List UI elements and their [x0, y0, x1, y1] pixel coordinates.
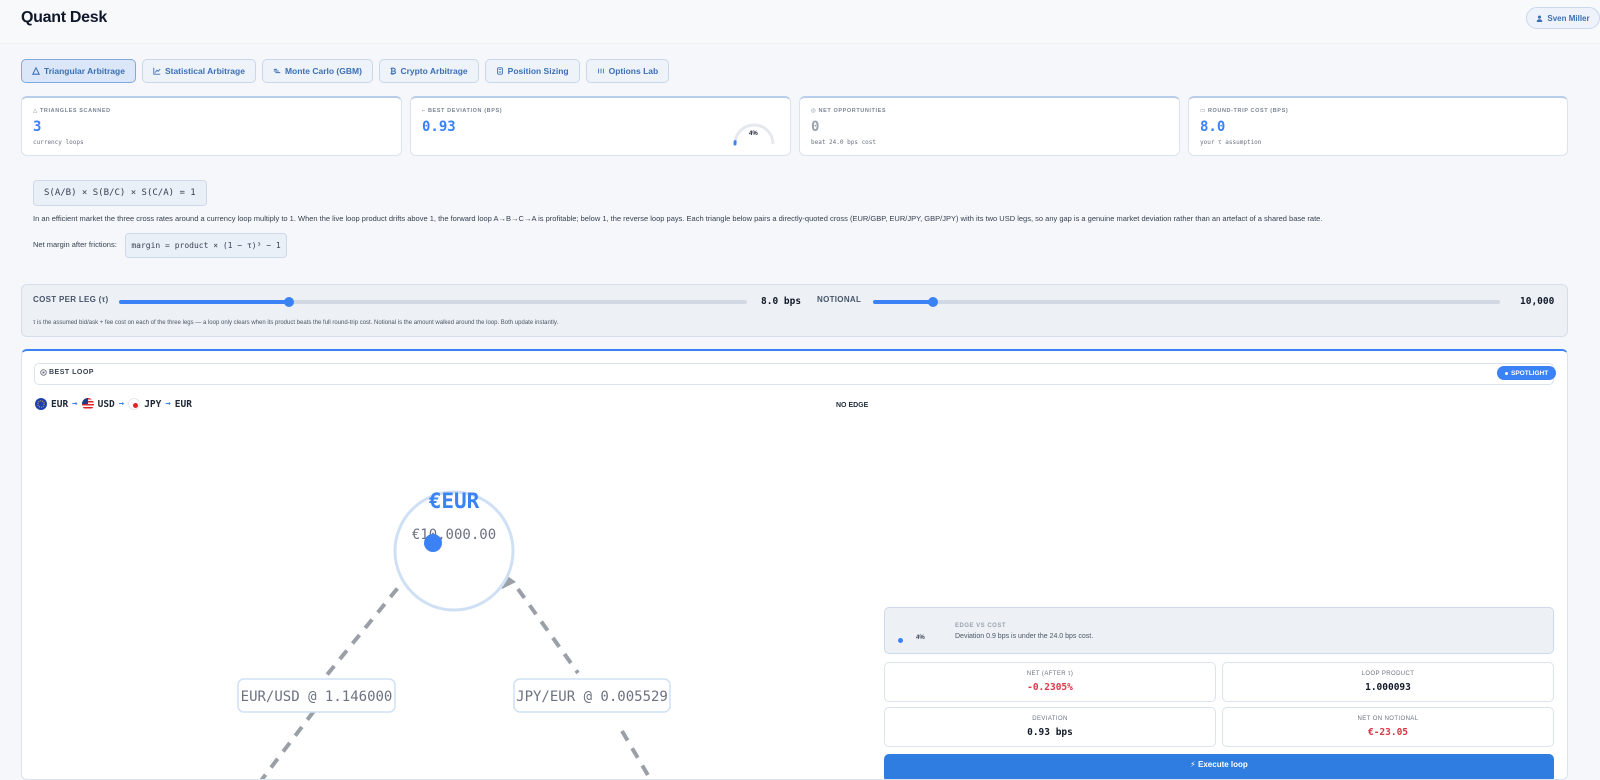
metric-loop-product: LOOP PRODUCT 1.000093 — [1222, 662, 1554, 702]
target-icon — [40, 369, 47, 376]
margin-formula: margin = product × (1 − τ)³ − 1 — [125, 233, 287, 258]
dot-icon — [1505, 371, 1508, 375]
stat-label: ▭ ROUND-TRIP COST (BPS) — [1200, 108, 1289, 114]
notional-slider-fill — [873, 300, 934, 304]
tab-statistical-arbitrage[interactable]: Statistical Arbitrage — [141, 59, 256, 83]
arrow-right-icon: → — [72, 399, 78, 409]
edge-gauge-dot — [898, 638, 903, 643]
stat-sub: beat 24.0 bps cost — [811, 139, 877, 146]
metric-net-after-tau: NET (AFTER τ) -0.2305% — [884, 662, 1216, 702]
arrow-right-icon: → — [165, 399, 171, 409]
stat-value: 0.93 — [422, 119, 456, 135]
route-currency: JPY — [144, 398, 162, 410]
leg-label-left: EUR/USD @ 1.146000 — [241, 689, 393, 705]
explanation-text: In an efficient market the three cross r… — [33, 214, 1323, 223]
stat-label: ◎ NET OPPORTUNITIES — [811, 108, 887, 114]
metric-net-on-notional: NET ON NOTIONAL €-23.05 — [1222, 707, 1554, 747]
tab-options-lab[interactable]: Options Lab — [585, 59, 670, 83]
loop-identity-formula: S(A/B) × S(B/C) × S(C/A) = 1 — [33, 180, 207, 206]
edge-vs-cost-panel: 4% EDGE VS COST Deviation 0.9 bps is und… — [884, 607, 1554, 654]
stat-card-cost: ▭ ROUND-TRIP COST (BPS) 8.0 your τ assum… — [1188, 96, 1568, 156]
cost-slider-value: 8.0 bps — [761, 296, 802, 307]
tab-monte-carlo[interactable]: Monte Carlo (GBM) — [261, 59, 373, 83]
route-currency: EUR — [174, 398, 192, 410]
cost-slider[interactable] — [119, 297, 747, 307]
edge-gauge-label: 4% — [916, 635, 925, 641]
tab-triangular-arbitrage[interactable]: Triangular Arbitrage — [21, 59, 136, 83]
controls-note: τ is the assumed bid/ask + fee cost on e… — [33, 320, 559, 326]
bitcoin-icon: ₿ — [389, 66, 397, 76]
module-tabs: Triangular Arbitrage Statistical Arbitra… — [21, 59, 670, 83]
tab-label: Options Lab — [608, 66, 659, 76]
tab-label: Statistical Arbitrage — [164, 66, 245, 76]
metric-label: DEVIATION — [1032, 716, 1068, 722]
tab-label: Monte Carlo (GBM) — [284, 66, 362, 76]
best-loop-bar: BEST LOOP SPOTLIGHT — [34, 363, 1557, 385]
notional-slider-handle[interactable] — [928, 297, 939, 307]
stat-label: ⌐ BEST DEVIATION (BPS) — [422, 108, 503, 114]
best-loop-panel: BEST LOOP SPOTLIGHT EUR → USD → JPY → EU… — [21, 349, 1568, 780]
notional-slider-label: NOTIONAL — [817, 295, 862, 304]
random-walk-icon — [273, 68, 281, 74]
best-loop-label: BEST LOOP — [40, 369, 94, 376]
metric-label: NET ON NOTIONAL — [1357, 716, 1419, 722]
leg-label-right: JPY/EUR @ 0.005529 — [516, 689, 668, 705]
metric-deviation: DEVIATION 0.93 bps — [884, 707, 1216, 747]
grid-icon — [597, 68, 604, 74]
metric-value: -0.2305% — [1027, 682, 1073, 693]
tab-label: Triangular Arbitrage — [44, 66, 125, 76]
stat-card-opportunities: ◎ NET OPPORTUNITIES 0 beat 24.0 bps cost — [799, 96, 1180, 156]
edge-left-dashed — [259, 571, 412, 779]
loop-route: EUR → USD → JPY → EUR — [35, 398, 192, 410]
notional-slider[interactable] — [873, 297, 1500, 307]
stat-value: 3 — [33, 119, 42, 135]
stat-value: 0 — [811, 119, 820, 135]
cost-slider-handle[interactable] — [283, 297, 294, 307]
route-currency: EUR — [51, 398, 69, 410]
flow-dot — [424, 534, 442, 552]
route-currency: USD — [97, 398, 115, 410]
notional-slider-value: 10,000 — [1520, 296, 1555, 307]
app-header: Quant Desk Sven Miller — [0, 0, 1600, 44]
metric-value: €-23.05 — [1367, 727, 1409, 738]
deviation-gauge: 4% — [731, 120, 777, 146]
calculator-icon — [496, 67, 503, 75]
arrow-right-icon: → — [118, 399, 125, 409]
node-currency: €EUR — [429, 489, 480, 513]
metric-value: 1.000093 — [1365, 682, 1411, 693]
edge-title: EDGE VS COST — [955, 623, 1007, 629]
loop-diagram: €EUR €10,000.00 EUR/USD @ 1.146000 JPY/E… — [237, 489, 671, 779]
metric-label: LOOP PRODUCT — [1361, 671, 1415, 677]
controls-panel: COST PER LEG (τ) 8.0 bps NOTIONAL 10,000… — [21, 284, 1568, 337]
stat-label: △ TRIANGLES SCANNED — [33, 108, 111, 114]
gauge-label: 4% — [749, 131, 758, 137]
edge-text: Deviation 0.9 bps is under the 24.0 bps … — [955, 633, 1094, 640]
tab-label: Crypto Arbitrage — [400, 66, 468, 76]
us-flag-icon — [81, 398, 94, 410]
tab-crypto-arbitrage[interactable]: ₿ Crypto Arbitrage — [378, 59, 479, 83]
user-name: Sven Miller — [1547, 13, 1590, 23]
stat-card-deviation: ⌐ BEST DEVIATION (BPS) 0.93 4% — [410, 96, 791, 156]
user-menu-button[interactable]: Sven Miller — [1526, 7, 1600, 29]
tab-label: Position Sizing — [507, 66, 569, 76]
stat-sub: currency loops — [33, 139, 84, 146]
stat-card-triangles: △ TRIANGLES SCANNED 3 currency loops — [21, 96, 402, 156]
cost-slider-label: COST PER LEG (τ) — [33, 295, 109, 304]
user-icon — [1537, 15, 1543, 22]
tab-position-sizing[interactable]: Position Sizing — [484, 59, 580, 83]
spotlight-badge: SPOTLIGHT — [1497, 366, 1557, 380]
stat-sub: your τ assumption — [1200, 139, 1262, 146]
execute-loop-button[interactable]: ⚡ Execute loop — [884, 754, 1554, 779]
metric-value: 0.93 bps — [1027, 727, 1073, 738]
line-chart-icon — [153, 67, 161, 75]
stat-value: 8.0 — [1200, 119, 1226, 135]
net-margin-label: Net margin after frictions: — [33, 240, 117, 249]
eu-flag-icon — [35, 398, 47, 410]
cost-slider-fill — [119, 300, 289, 304]
app-title: Quant Desk — [21, 9, 107, 26]
metric-label: NET (AFTER τ) — [1026, 671, 1074, 677]
jp-flag-icon — [128, 398, 141, 410]
triangle-icon — [32, 67, 40, 75]
